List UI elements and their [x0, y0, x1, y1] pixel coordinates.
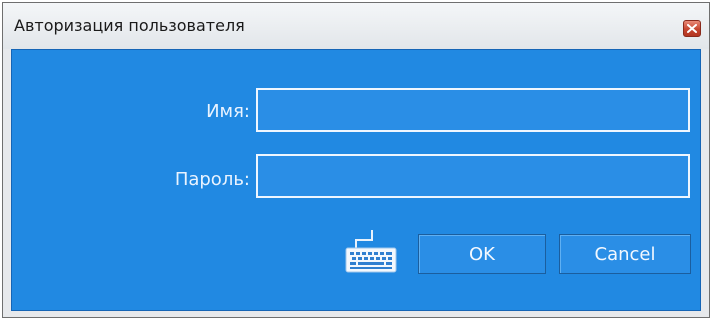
login-dialog: Авторизация пользователя Имя: Пароль: OK…	[2, 2, 710, 318]
cancel-button[interactable]: Cancel	[559, 234, 691, 274]
username-label: Имя:	[206, 101, 250, 122]
password-input[interactable]	[256, 154, 690, 198]
keyboard-icon[interactable]	[344, 226, 400, 276]
title-bar[interactable]: Авторизация пользователя	[3, 3, 709, 49]
close-button[interactable]	[683, 20, 701, 37]
ok-button[interactable]: OK	[418, 234, 546, 274]
password-label: Пароль:	[174, 169, 250, 190]
close-icon	[687, 24, 697, 33]
window-title: Авторизация пользователя	[14, 16, 245, 35]
username-input[interactable]	[256, 88, 690, 132]
login-panel: Имя: Пароль: OK Cancel	[11, 49, 701, 311]
